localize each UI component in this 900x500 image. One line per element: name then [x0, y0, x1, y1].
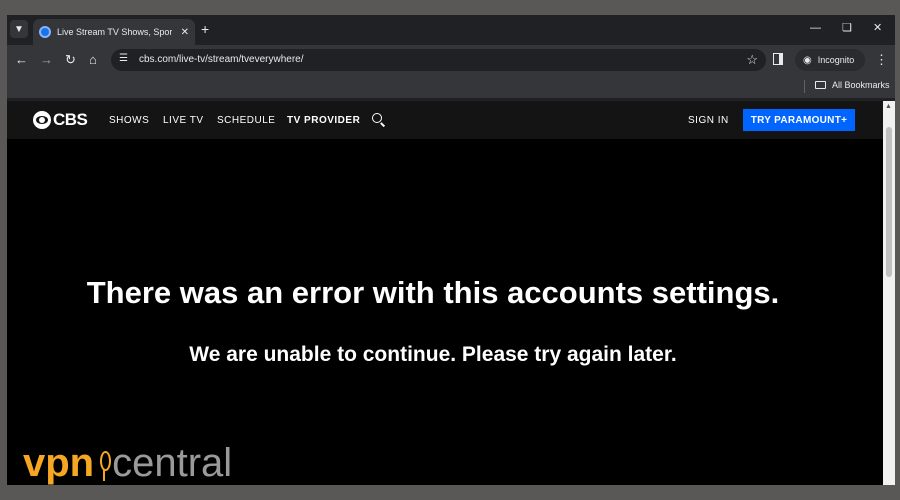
cbs-favicon-icon [39, 26, 51, 38]
all-bookmarks-label: All Bookmarks [832, 80, 890, 90]
url-text[interactable]: cbs.com/live-tv/stream/tveverywhere/ [139, 54, 304, 65]
scrollbar-thumb[interactable] [886, 127, 892, 277]
new-tab-plus-icon[interactable]: + [201, 20, 209, 38]
site-info-tune-icon[interactable]: ☰ [119, 53, 128, 64]
error-message: We are unable to continue. Please try ag… [189, 343, 677, 366]
search-icon[interactable] [372, 113, 382, 123]
browser-toolbar: ← → ↻ ⌂ ☰ cbs.com/live-tv/stream/tvevery… [7, 45, 895, 75]
tab-strip: ▼ Live Stream TV Shows, Sports a ✕ + — ❏… [7, 15, 895, 45]
folder-icon [815, 81, 826, 89]
window-close-icon[interactable]: ✕ [873, 21, 882, 35]
bookmark-star-icon[interactable]: ☆ [746, 52, 758, 68]
watermark-key-icon [96, 443, 112, 483]
bookmarks-bar: All Bookmarks [7, 75, 895, 98]
site-header: CBS SHOWS LIVE TV SCHEDULE TV PROVIDER S… [7, 101, 883, 139]
watermark-central: central [112, 441, 233, 485]
error-title: There was an error with this accounts se… [86, 275, 780, 310]
cbs-eye-icon [33, 111, 51, 129]
incognito-icon: ◉ [803, 54, 812, 66]
incognito-profile-button[interactable]: ◉ Incognito [795, 49, 865, 71]
reload-icon[interactable]: ↻ [65, 52, 76, 68]
nav-shows[interactable]: SHOWS [109, 115, 149, 126]
bookmarks-divider [804, 80, 805, 93]
forward-arrow-icon[interactable]: → [40, 52, 53, 68]
back-arrow-icon[interactable]: ← [15, 52, 28, 68]
try-paramount-button[interactable]: TRY PARAMOUNT+ [743, 109, 855, 131]
incognito-label: Incognito [817, 55, 855, 65]
sign-in-link[interactable]: SIGN IN [688, 115, 729, 126]
restore-icon[interactable]: ❏ [842, 21, 852, 35]
tab-active[interactable]: Live Stream TV Shows, Sports a ✕ [33, 19, 195, 45]
browser-window: ▼ Live Stream TV Shows, Sports a ✕ + — ❏… [7, 15, 895, 485]
tab-search-chevron-down-icon[interactable]: ▼ [10, 20, 28, 38]
more-vertical-icon[interactable]: ⋮ [875, 52, 888, 68]
tab-title: Live Stream TV Shows, Sports a [57, 27, 172, 37]
page-scrollbar[interactable]: ▲ [883, 101, 895, 485]
all-bookmarks-button[interactable]: All Bookmarks [815, 80, 890, 90]
minimize-icon[interactable]: — [810, 21, 821, 35]
cbs-logo[interactable]: CBS [33, 110, 88, 130]
watermark-vpn: vpn [23, 441, 95, 485]
tab-close-icon[interactable]: ✕ [181, 27, 189, 38]
cbs-logo-text: CBS [53, 110, 88, 129]
nav-schedule[interactable]: SCHEDULE [217, 115, 275, 126]
vpncentral-watermark: vpn central [23, 443, 232, 483]
home-icon[interactable]: ⌂ [89, 52, 97, 68]
side-panel-icon[interactable] [773, 53, 783, 65]
nav-tv-provider[interactable]: TV PROVIDER [287, 115, 360, 126]
scroll-up-arrow-icon[interactable]: ▲ [885, 103, 892, 110]
nav-live-tv[interactable]: LIVE TV [163, 115, 204, 126]
address-bar[interactable]: ☰ cbs.com/live-tv/stream/tveverywhere/ ☆ [111, 49, 766, 71]
web-page: CBS SHOWS LIVE TV SCHEDULE TV PROVIDER S… [7, 101, 883, 485]
